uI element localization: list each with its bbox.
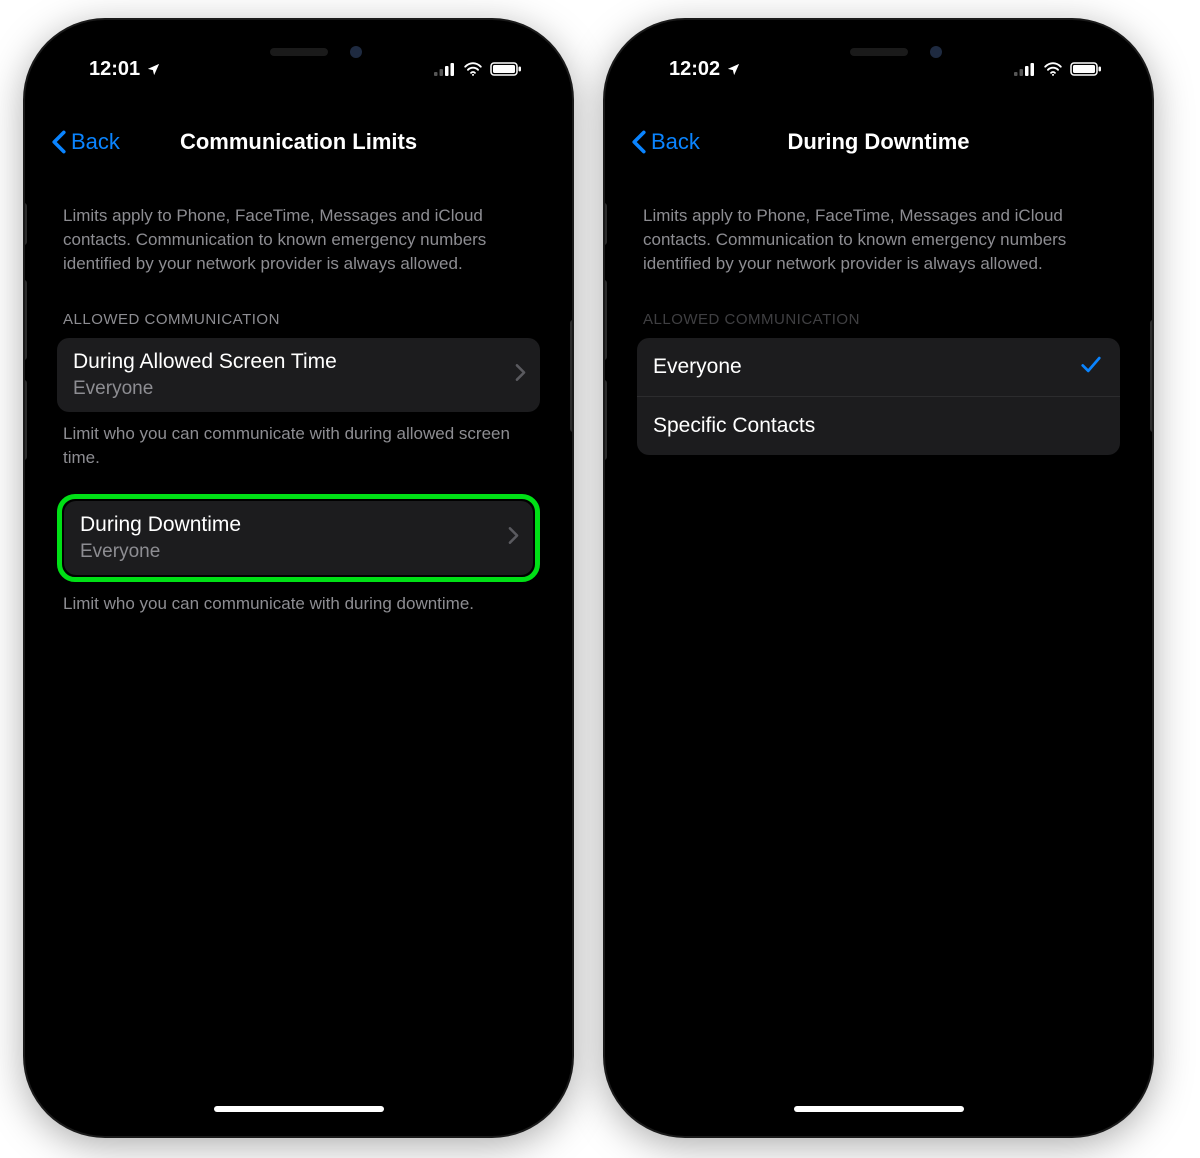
- battery-icon: [1070, 62, 1102, 76]
- silence-switch[interactable]: [25, 203, 27, 245]
- back-label: Back: [651, 129, 700, 155]
- row-title: During Allowed Screen Time: [73, 350, 524, 374]
- bezel: 12:01: [39, 34, 558, 1122]
- power-button[interactable]: [570, 320, 572, 432]
- option-label: Everyone: [653, 355, 1104, 379]
- navigation-bar: Back Communication Limits: [39, 114, 558, 170]
- back-button[interactable]: Back: [51, 129, 120, 155]
- status-time: 12:02: [669, 58, 720, 81]
- row-during-screen-time[interactable]: During Allowed Screen Time Everyone: [57, 338, 540, 412]
- volume-down-button[interactable]: [25, 380, 27, 460]
- chevron-right-icon: [508, 526, 519, 549]
- volume-up-button[interactable]: [605, 280, 607, 360]
- highlight-annotation: During Downtime Everyone: [57, 494, 540, 582]
- back-button[interactable]: Back: [631, 129, 700, 155]
- checkmark-icon: [1080, 355, 1102, 380]
- option-everyone[interactable]: Everyone: [637, 338, 1120, 396]
- location-icon: [146, 62, 161, 77]
- option-specific-contacts[interactable]: Specific Contacts: [637, 396, 1120, 455]
- back-label: Back: [71, 129, 120, 155]
- chevron-right-icon: [515, 364, 526, 387]
- wifi-icon: [1043, 62, 1063, 76]
- navigation-bar: Back During Downtime: [619, 114, 1138, 170]
- notch: [764, 34, 994, 70]
- cell-group-options: Everyone Specific Contacts: [637, 338, 1120, 455]
- silence-switch[interactable]: [605, 203, 607, 245]
- row-note-downtime: Limit who you can communicate with durin…: [57, 582, 540, 620]
- status-time: 12:01: [89, 58, 140, 81]
- row-value: Everyone: [73, 378, 524, 400]
- row-during-downtime[interactable]: During Downtime Everyone: [64, 501, 533, 575]
- notch: [184, 34, 414, 70]
- wifi-icon: [463, 62, 483, 76]
- home-indicator[interactable]: [794, 1106, 964, 1112]
- screen: 12:01: [39, 34, 558, 1122]
- volume-up-button[interactable]: [25, 280, 27, 360]
- screen: 12:02: [619, 34, 1138, 1122]
- cell-group-primary: During Allowed Screen Time Everyone: [57, 338, 540, 412]
- intro-text: Limits apply to Phone, FaceTime, Message…: [57, 194, 540, 287]
- front-camera: [930, 46, 942, 58]
- battery-icon: [490, 62, 522, 76]
- chevron-left-icon: [631, 130, 647, 154]
- power-button[interactable]: [1150, 320, 1152, 432]
- earpiece: [270, 48, 328, 56]
- content-area: Limits apply to Phone, FaceTime, Message…: [39, 194, 558, 1122]
- section-header-allowed: ALLOWED COMMUNICATION: [57, 287, 540, 338]
- phone-frame-left: 12:01: [25, 20, 572, 1136]
- home-indicator[interactable]: [214, 1106, 384, 1112]
- earpiece: [850, 48, 908, 56]
- row-note-screen-time: Limit who you can communicate with durin…: [57, 412, 540, 474]
- content-area: Limits apply to Phone, FaceTime, Message…: [619, 194, 1138, 1122]
- chevron-left-icon: [51, 130, 67, 154]
- front-camera: [350, 46, 362, 58]
- location-icon: [726, 62, 741, 77]
- cellular-icon: [434, 62, 456, 76]
- volume-down-button[interactable]: [605, 380, 607, 460]
- row-value: Everyone: [80, 541, 517, 563]
- row-title: During Downtime: [80, 513, 517, 537]
- option-label: Specific Contacts: [653, 414, 1104, 438]
- section-header-allowed: ALLOWED COMMUNICATION: [637, 287, 1120, 338]
- intro-text: Limits apply to Phone, FaceTime, Message…: [637, 194, 1120, 287]
- cellular-icon: [1014, 62, 1036, 76]
- phone-frame-right: 12:02: [605, 20, 1152, 1136]
- bezel: 12:02: [619, 34, 1138, 1122]
